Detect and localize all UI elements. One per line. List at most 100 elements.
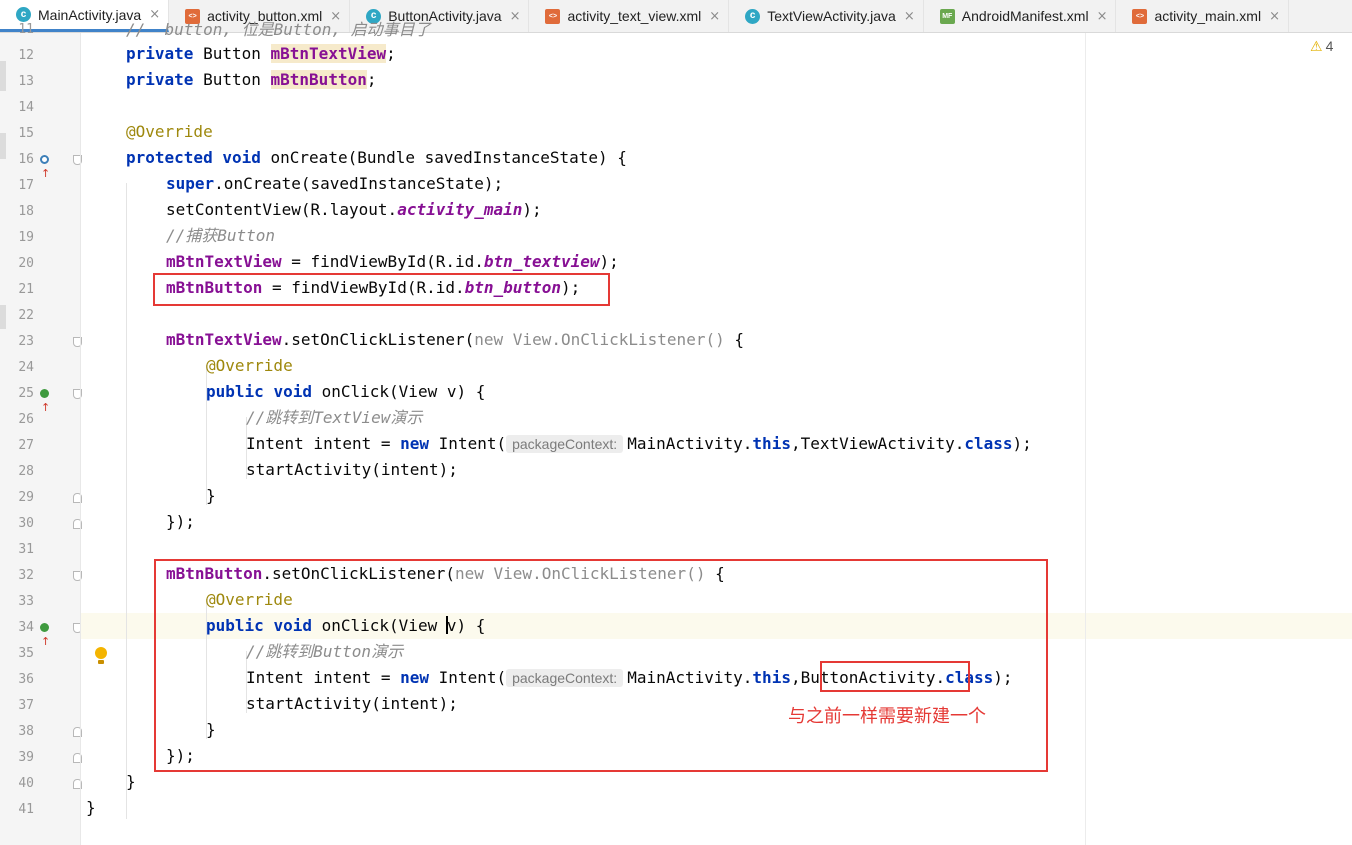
warning-triangle-icon: ⚠ xyxy=(1310,38,1323,54)
implement-method-icon[interactable]: ↑ xyxy=(40,387,56,414)
line-number: 24 xyxy=(18,360,34,375)
code-text: Intent( xyxy=(438,668,507,687)
line-number: 30 xyxy=(18,516,34,531)
code-line-13: private Button mBtnButton; xyxy=(126,70,377,89)
line-number: 35 xyxy=(18,646,34,661)
code-line-20: mBtnTextView = findViewById(R.id.btn_tex… xyxy=(166,249,619,275)
code-text: Intent intent = xyxy=(246,668,401,687)
comment: // button, 位是Button, 启动事目了 xyxy=(126,20,431,39)
keyword: new xyxy=(400,668,430,687)
line-number: 29 xyxy=(18,490,34,505)
code-line-35: //跳转到Button演示 xyxy=(246,639,403,665)
method-signature: onClick(View v) { xyxy=(321,382,486,401)
line-number: 11 xyxy=(18,22,34,37)
close-icon[interactable]: × xyxy=(1097,9,1108,24)
override-method-icon[interactable]: ↑ xyxy=(40,153,56,180)
editor-tab[interactable]: activity_main.xml × xyxy=(1116,0,1289,32)
tab-label: TextViewActivity.java xyxy=(767,8,896,24)
close-icon[interactable]: × xyxy=(1269,9,1280,24)
code-line-26: //跳转到TextView演示 xyxy=(246,405,422,431)
editor-tab[interactable]: activity_text_view.xml × xyxy=(529,0,730,32)
code-line-21: mBtnButton = findViewById(R.id.btn_butto… xyxy=(166,275,580,301)
static-field: btn_button xyxy=(464,278,561,297)
line-number: 25 xyxy=(18,386,34,401)
inspection-widget[interactable]: ⚠ 4 xyxy=(1310,38,1333,55)
lightbulb-icon[interactable] xyxy=(95,647,107,665)
java-class-icon xyxy=(745,8,761,24)
keyword: super xyxy=(166,174,215,193)
tab-label: AndroidManifest.xml xyxy=(961,8,1089,24)
code-line-18: setContentView(R.layout.activity_main); xyxy=(166,197,542,223)
line-number: 27 xyxy=(18,438,34,453)
line-number: 21 xyxy=(18,282,34,297)
line-number: 15 xyxy=(18,126,34,141)
type-dimmed: View.OnClickListener() xyxy=(512,330,725,349)
code-editor[interactable]: // button, 位是Button, 启动事目了 private Butto… xyxy=(81,20,1352,845)
line-number: 39 xyxy=(18,750,34,765)
close-icon[interactable]: × xyxy=(904,9,915,24)
editor-tab[interactable]: AndroidManifest.xml × xyxy=(924,0,1117,32)
editor-tab[interactable]: TextViewActivity.java × xyxy=(729,0,924,32)
code-text: ,TextViewActivity. xyxy=(790,434,965,453)
keyword: new xyxy=(400,434,430,453)
field-name: mBtnTextView xyxy=(270,44,387,63)
close-icon[interactable]: × xyxy=(709,9,720,24)
code-line-19: //捕获Button xyxy=(166,223,275,249)
line-number: 13 xyxy=(18,74,34,89)
tab-label: activity_main.xml xyxy=(1154,8,1262,24)
line-number: 41 xyxy=(18,802,34,817)
code-text: ); xyxy=(993,668,1013,687)
line-number: 18 xyxy=(18,204,34,219)
code-line-17: super.onCreate(savedInstanceState); xyxy=(166,171,503,197)
field-name: mBtnButton xyxy=(166,278,263,297)
code-text: onClick(View xyxy=(321,616,447,635)
code-text: , xyxy=(790,668,801,687)
annotation: @Override xyxy=(206,356,293,375)
code-text: startActivity(intent); xyxy=(246,694,458,713)
line-number: 22 xyxy=(18,308,34,323)
comment: //捕获Button xyxy=(166,226,276,245)
keyword-dimmed: new xyxy=(474,330,504,349)
annotation-note: 与之前一样需要新建一个 xyxy=(788,706,986,727)
code-line-28: startActivity(intent); xyxy=(246,457,458,483)
line-number: 14 xyxy=(18,100,34,115)
type-dimmed: View.OnClickListener() xyxy=(493,564,706,583)
keyword: class xyxy=(964,434,1013,453)
keyword: public xyxy=(206,616,264,635)
keyword: private xyxy=(126,44,194,63)
code-text: } xyxy=(86,798,96,817)
line-number: 34 xyxy=(18,620,34,635)
line-number: 28 xyxy=(18,464,34,479)
close-icon[interactable]: × xyxy=(510,9,521,24)
code-line-30: }); xyxy=(166,509,195,535)
code-line-11: // button, 位是Button, 启动事目了 xyxy=(126,17,431,43)
annotation: @Override xyxy=(206,590,293,609)
code-line-38: } xyxy=(206,717,216,743)
code-text: .setOnClickListener( xyxy=(262,564,455,583)
field-name: mBtnButton xyxy=(166,564,263,583)
line-number: 17 xyxy=(18,178,34,193)
code-text: Intent( xyxy=(438,434,507,453)
code-line-15: @Override xyxy=(126,119,213,145)
code-text: . xyxy=(935,668,946,687)
parameter-hint: packageContext: xyxy=(506,435,624,453)
code-text: Intent intent = xyxy=(246,434,401,453)
xml-file-icon xyxy=(1132,8,1148,24)
code-line-39: }); xyxy=(166,743,195,769)
keyword: public xyxy=(206,382,264,401)
editor-gutter: 11 12 13 14 15 16 17 18 19 20 21 22 23 24 25 26 27 28 29 30… xyxy=(0,22,82,845)
type-name: Button xyxy=(203,44,261,63)
parameter-hint: packageContext: xyxy=(506,669,624,687)
code-text: ); xyxy=(560,278,581,297)
code-text: { xyxy=(705,564,725,583)
implement-method-icon[interactable]: ↑ xyxy=(40,621,56,648)
line-number: 16 xyxy=(18,152,34,167)
code-line-32: mBtnButton.setOnClickListener(new View.O… xyxy=(166,561,725,587)
method-signature: onCreate(Bundle savedInstanceState) { xyxy=(270,148,627,167)
code-text: MainActivity. xyxy=(627,668,753,687)
keyword: protected xyxy=(126,148,213,167)
class-reference: ButtonActivity xyxy=(800,668,936,687)
code-line-41: } xyxy=(86,795,96,821)
keyword: private xyxy=(126,70,194,89)
code-line-16: protected void onCreate(Bundle savedInst… xyxy=(126,145,627,171)
